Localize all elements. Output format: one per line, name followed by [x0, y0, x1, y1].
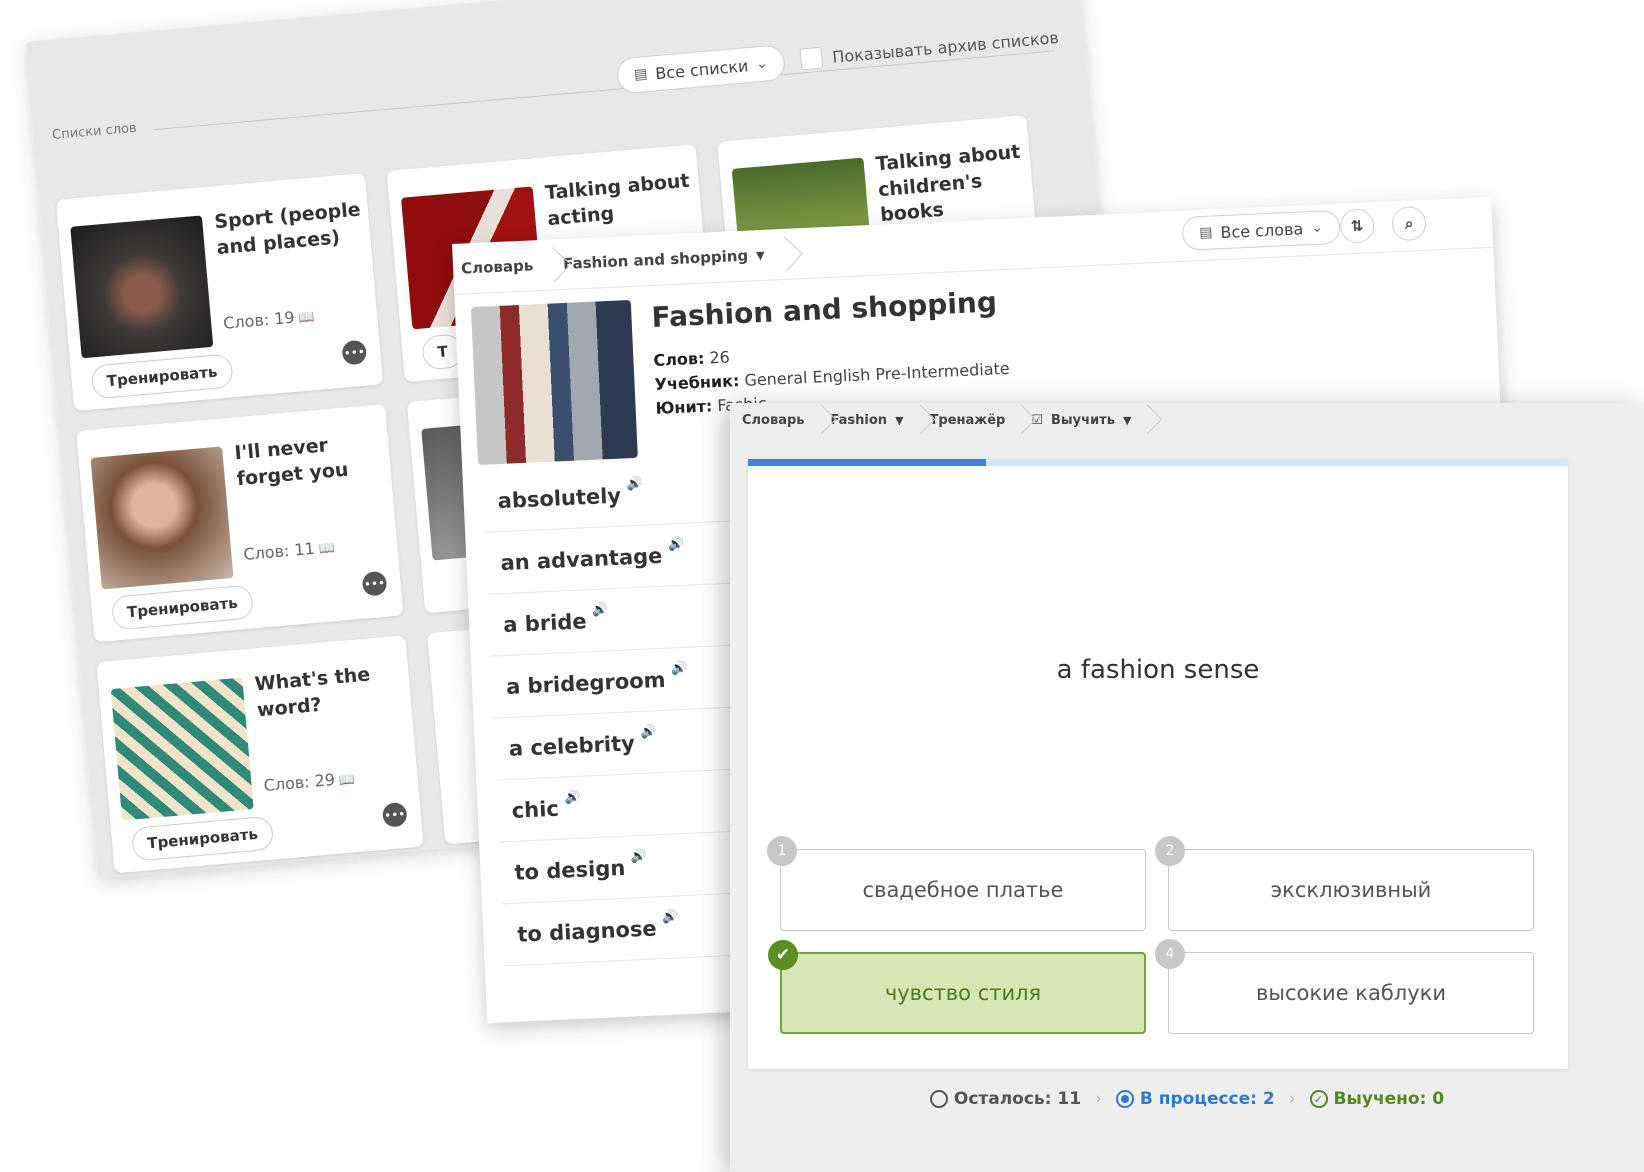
- answer-option-1[interactable]: 1 свадебное платье: [767, 836, 1146, 931]
- trainer-breadcrumb: Словарь Fashion ▼ Тренажёр ☑ Выучить ▼: [742, 403, 1157, 437]
- list-thumbnail: [90, 446, 234, 590]
- speaker-icon[interactable]: 🔊: [671, 661, 688, 677]
- check-circle-icon: ✓: [1309, 1090, 1328, 1108]
- speaker-icon[interactable]: 🔊: [640, 724, 657, 740]
- breadcrumb-separator: [908, 405, 926, 435]
- speaker-icon[interactable]: 🔊: [592, 602, 609, 618]
- in-progress-status: В процессе: 2: [1115, 1089, 1275, 1109]
- breadcrumb-dictionary[interactable]: Словарь: [461, 256, 534, 277]
- check-icon: ✔: [768, 940, 798, 970]
- answer-text: свадебное платье: [862, 878, 1064, 902]
- progress-fill: [748, 459, 986, 466]
- book-icon: 📖: [338, 772, 356, 789]
- exercise-card: a fashion sense 1 свадебное платье 2 экс…: [748, 459, 1568, 1069]
- train-button[interactable]: Тренировать: [90, 353, 234, 400]
- trainer-panel: Словарь Fashion ▼ Тренажёр ☑ Выучить ▼ a…: [730, 403, 1644, 1172]
- search-icon[interactable]: ⌕: [1391, 205, 1427, 242]
- speaker-icon[interactable]: 🔊: [630, 849, 647, 865]
- answer-text: эксклюзивный: [1270, 878, 1432, 902]
- answer-option-2[interactable]: 2 эксклюзивный: [1155, 836, 1534, 931]
- sort-az-icon[interactable]: ⇅: [1339, 208, 1375, 244]
- list-card[interactable]: I'll never forget you Слов: 11 📖 Трениров…: [76, 404, 404, 643]
- list-card[interactable]: Sport (people and places) Слов: 19 📖 Трен…: [55, 172, 384, 412]
- list-card[interactable]: What's the word? Слов: 29 📖 Тренировать •…: [96, 635, 424, 874]
- all-lists-label: Все списки: [654, 55, 750, 83]
- all-words-label: Все слова: [1220, 218, 1304, 242]
- all-lists-dropdown[interactable]: ▤ Все списки ⌄: [615, 44, 787, 95]
- book-icon: 📖: [297, 309, 316, 327]
- section-label: Списки слов: [51, 120, 138, 144]
- breadcrumb-mode[interactable]: Выучить: [1051, 413, 1115, 428]
- answer-option-4[interactable]: 4 высокие каблуки: [1155, 939, 1534, 1034]
- learned-status: ✓ Выучено: 0: [1309, 1089, 1444, 1109]
- list-title: Talking about children's books: [874, 140, 1022, 227]
- status-separator: ›: [1288, 1089, 1296, 1109]
- answer-text: высокие каблуки: [1256, 981, 1446, 1005]
- list-thumbnail: [110, 677, 254, 821]
- prompt-word: a fashion sense: [1056, 655, 1260, 685]
- breadcrumb-separator: [538, 247, 558, 282]
- breadcrumb-separator: [1009, 405, 1027, 435]
- show-archive-toggle[interactable]: Показывать архив списков: [799, 26, 1060, 71]
- breadcrumb-separator: [809, 405, 827, 435]
- list-title: I'll never forget you: [233, 434, 350, 490]
- archive-checkbox[interactable]: [799, 46, 824, 71]
- more-options-icon[interactable]: •••: [381, 801, 408, 828]
- list-icon: ▤: [633, 65, 649, 84]
- caret-down-icon[interactable]: ▼: [756, 248, 765, 261]
- chevron-down-icon: ⌄: [1310, 219, 1324, 237]
- breadcrumb: Словарь Fashion and shopping ▼: [460, 236, 795, 285]
- all-words-dropdown[interactable]: ▤ Все слова ⌄: [1181, 209, 1341, 251]
- list-thumbnail: [70, 215, 214, 359]
- list-title: Sport (people and places): [213, 198, 362, 259]
- word-count: Слов: 26: [653, 347, 731, 370]
- speaker-icon[interactable]: 🔊: [626, 477, 643, 493]
- breadcrumb-trainer[interactable]: Тренажёр: [930, 413, 1006, 428]
- caret-down-icon[interactable]: ▼: [895, 414, 903, 427]
- breadcrumb-dictionary[interactable]: Словарь: [742, 413, 805, 428]
- circle-icon: [929, 1090, 948, 1108]
- list-title: Talking about acting: [544, 169, 691, 230]
- training-status-bar: Осталось: 11 › В процессе: 2 › ✓ Выучено…: [730, 1089, 1644, 1109]
- speaker-icon[interactable]: 🔊: [667, 537, 684, 553]
- page-title: Fashion and shopping: [650, 285, 998, 335]
- more-options-icon[interactable]: •••: [361, 570, 388, 597]
- breadcrumb-separator: [770, 237, 790, 272]
- list-word-count: Слов: 11 📖: [242, 538, 336, 564]
- list-icon: ▤: [1198, 224, 1213, 242]
- option-number-badge: 4: [1155, 939, 1185, 969]
- progress-bar: [748, 459, 1568, 466]
- remaining-status: Осталось: 11: [929, 1089, 1081, 1109]
- more-options-icon[interactable]: •••: [341, 339, 368, 366]
- answer-text: чувство стиля: [884, 981, 1042, 1005]
- speaker-icon[interactable]: 🔊: [662, 909, 679, 925]
- status-separator: ›: [1095, 1089, 1102, 1109]
- breadcrumb-list[interactable]: Fashion: [831, 413, 888, 428]
- breadcrumb-list[interactable]: Fashion and shopping: [563, 247, 749, 273]
- chevron-down-icon: ⌄: [755, 55, 769, 73]
- train-button[interactable]: Тренировать: [110, 584, 254, 631]
- radio-dot-icon: [1115, 1090, 1134, 1108]
- list-title: What's the word?: [253, 663, 372, 721]
- list-word-count: Слов: 29 📖: [262, 769, 356, 796]
- speaker-icon[interactable]: 🔊: [564, 790, 581, 806]
- train-button[interactable]: Тренировать: [130, 815, 275, 862]
- breadcrumb-separator: [1135, 405, 1153, 435]
- list-cover-image: [470, 299, 638, 466]
- option-number-badge: 1: [767, 836, 797, 866]
- section-divider: [154, 50, 1055, 131]
- option-number-badge: 2: [1155, 836, 1185, 866]
- answer-option-3[interactable]: ✔ чувство стиля: [768, 940, 1146, 1034]
- caret-down-icon[interactable]: ▼: [1123, 414, 1131, 427]
- list-word-count: Слов: 19 📖: [222, 307, 316, 333]
- book-icon: 📖: [318, 541, 336, 558]
